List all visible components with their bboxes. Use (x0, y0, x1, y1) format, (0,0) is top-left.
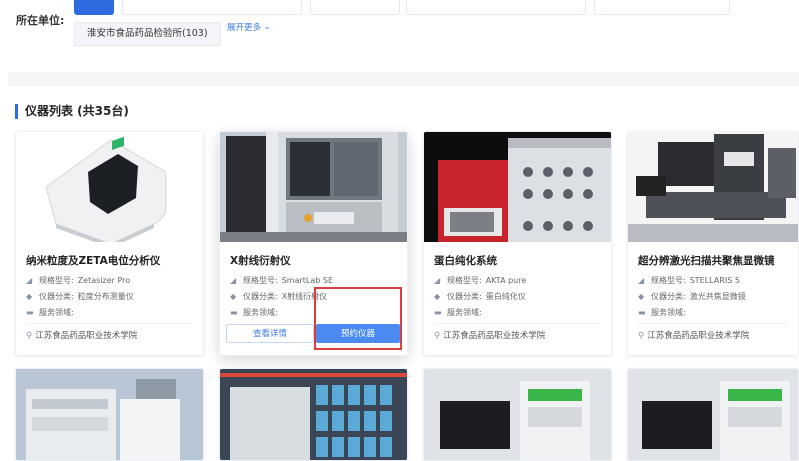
model-label: 规格型号: (39, 276, 74, 285)
instrument-image (16, 132, 203, 242)
card-service: ▬ 服务领域: (230, 307, 282, 318)
model-label: 规格型号: (243, 276, 278, 285)
service-label: 服务领域: (651, 308, 686, 317)
model-label: 规格型号: (447, 276, 482, 285)
expand-more-link[interactable]: 展开更多 ⌄ (227, 21, 270, 33)
org-label: 江苏食品药品职业技术学院 (35, 331, 138, 341)
divider (638, 323, 788, 324)
instrument-card[interactable]: 纳米粒度及ZETA电位分析仪 ◢ 规格型号: Zetasizer Pro ◆ 仪… (15, 131, 204, 356)
instrument-image (220, 369, 407, 460)
card-title[interactable]: X射线衍射仪 (230, 253, 291, 268)
instrument-list-heading: 仪器列表 (共35台) (15, 104, 129, 119)
service-label: 服务领域: (39, 308, 74, 317)
tag-icon: ◆ (230, 291, 237, 301)
ruler-icon: ◢ (638, 275, 645, 285)
org-label: 江苏食品药品职业技术学院 (443, 331, 546, 341)
card-category: ◆ 仪器分类: 粒度分布测量仪 (26, 291, 134, 302)
instrument-image (628, 132, 798, 242)
instrument-card[interactable] (423, 368, 612, 461)
model-label: 规格型号: (651, 276, 686, 285)
divider (434, 323, 601, 324)
card-service: ▬ 服务领域: (434, 307, 486, 318)
model-value: SmartLab SE (281, 276, 334, 285)
ruler-icon: ◢ (230, 275, 237, 285)
instrument-image (220, 132, 407, 242)
view-details-button[interactable]: 查看详情 (226, 324, 314, 343)
location-pin-icon: ⚲ (434, 331, 441, 341)
card-service: ▬ 服务领域: (638, 307, 690, 318)
card-model: ◢ 规格型号: Zetasizer Pro (26, 275, 130, 286)
section-divider (8, 72, 799, 86)
service-label: 服务领域: (447, 308, 482, 317)
filter-label: 所在单位: (16, 14, 65, 27)
instrument-image (628, 369, 798, 460)
category-label: 仪器分类: (651, 292, 686, 301)
category-label: 仪器分类: (447, 292, 482, 301)
card-model: ◢ 规格型号: AKTA pure (434, 275, 526, 286)
instrument-card[interactable]: 超分辨激光扫描共聚焦显微镜 ◢ 规格型号: STELLARIS 5 ◆ 仪器分类… (627, 131, 799, 356)
ruler-icon: ◢ (26, 275, 33, 285)
category-value: X射线衍射仪 (281, 292, 328, 301)
category-value: 蛋白纯化仪 (485, 292, 526, 301)
card-organization: ⚲ 江苏食品药品职业技术学院 (26, 329, 137, 341)
filter-option[interactable] (594, 0, 730, 15)
unit-filter-chip[interactable]: 淮安市食品药品检验所(103) (74, 22, 221, 46)
card-model: ◢ 规格型号: SmartLab SE (230, 275, 333, 286)
location-pin-icon: ⚲ (638, 331, 645, 341)
tag-icon: ◆ (26, 291, 33, 301)
card-organization: ⚲ 江苏食品药品职业技术学院 (638, 329, 749, 341)
filter-panel: 所在单位: 淮安市食品药品检验所(103) 展开更多 ⌄ (0, 0, 799, 72)
ruler-icon: ◢ (434, 275, 441, 285)
card-model: ◢ 规格型号: STELLARIS 5 (638, 275, 740, 286)
category-label: 仪器分类: (39, 292, 74, 301)
category-value: 粒度分布测量仪 (77, 292, 134, 301)
instrument-image (424, 132, 611, 242)
service-label: 服务领域: (243, 308, 278, 317)
instrument-card[interactable] (15, 368, 204, 461)
model-value: Zetasizer Pro (77, 276, 131, 285)
category-value: 激光共焦显微镜 (689, 292, 746, 301)
card-category: ◆ 仪器分类: X射线衍射仪 (230, 291, 327, 302)
filter-option[interactable] (406, 0, 586, 15)
card-organization: ⚲ 江苏食品药品职业技术学院 (434, 329, 545, 341)
card-title[interactable]: 蛋白纯化系统 (434, 253, 497, 268)
card-title[interactable]: 超分辨激光扫描共聚焦显微镜 (638, 253, 775, 268)
tag-icon: ◆ (638, 291, 645, 301)
card-title[interactable]: 纳米粒度及ZETA电位分析仪 (26, 253, 160, 268)
instrument-card[interactable] (627, 368, 799, 461)
location-pin-icon: ⚲ (26, 331, 33, 341)
tag-icon: ◆ (434, 291, 441, 301)
card-category: ◆ 仪器分类: 蛋白纯化仪 (434, 291, 526, 302)
folder-icon: ▬ (230, 307, 238, 317)
category-label: 仪器分类: (243, 292, 278, 301)
instrument-card[interactable]: 蛋白纯化系统 ◢ 规格型号: AKTA pure ◆ 仪器分类: 蛋白纯化仪 ▬… (423, 131, 612, 356)
book-instrument-button[interactable]: 预约仪器 (316, 324, 400, 343)
divider (26, 323, 193, 324)
chevron-down-icon: ⌄ (263, 22, 271, 31)
instrument-image (424, 369, 611, 460)
instrument-card[interactable]: X射线衍射仪 ◢ 规格型号: SmartLab SE ◆ 仪器分类: X射线衍射… (219, 131, 408, 356)
folder-icon: ▬ (638, 307, 646, 317)
model-value: STELLARIS 5 (689, 276, 740, 285)
org-label: 江苏食品药品职业技术学院 (647, 331, 750, 341)
instrument-image (16, 369, 203, 460)
filter-option[interactable] (122, 0, 302, 15)
instrument-card[interactable] (219, 368, 408, 461)
expand-more-label: 展开更多 (227, 23, 262, 33)
model-value: AKTA pure (485, 276, 527, 285)
card-category: ◆ 仪器分类: 激光共焦显微镜 (638, 291, 746, 302)
card-service: ▬ 服务领域: (26, 307, 78, 318)
filter-selected-tab[interactable] (74, 0, 114, 15)
folder-icon: ▬ (434, 307, 442, 317)
filter-option[interactable] (310, 0, 400, 15)
folder-icon: ▬ (26, 307, 34, 317)
